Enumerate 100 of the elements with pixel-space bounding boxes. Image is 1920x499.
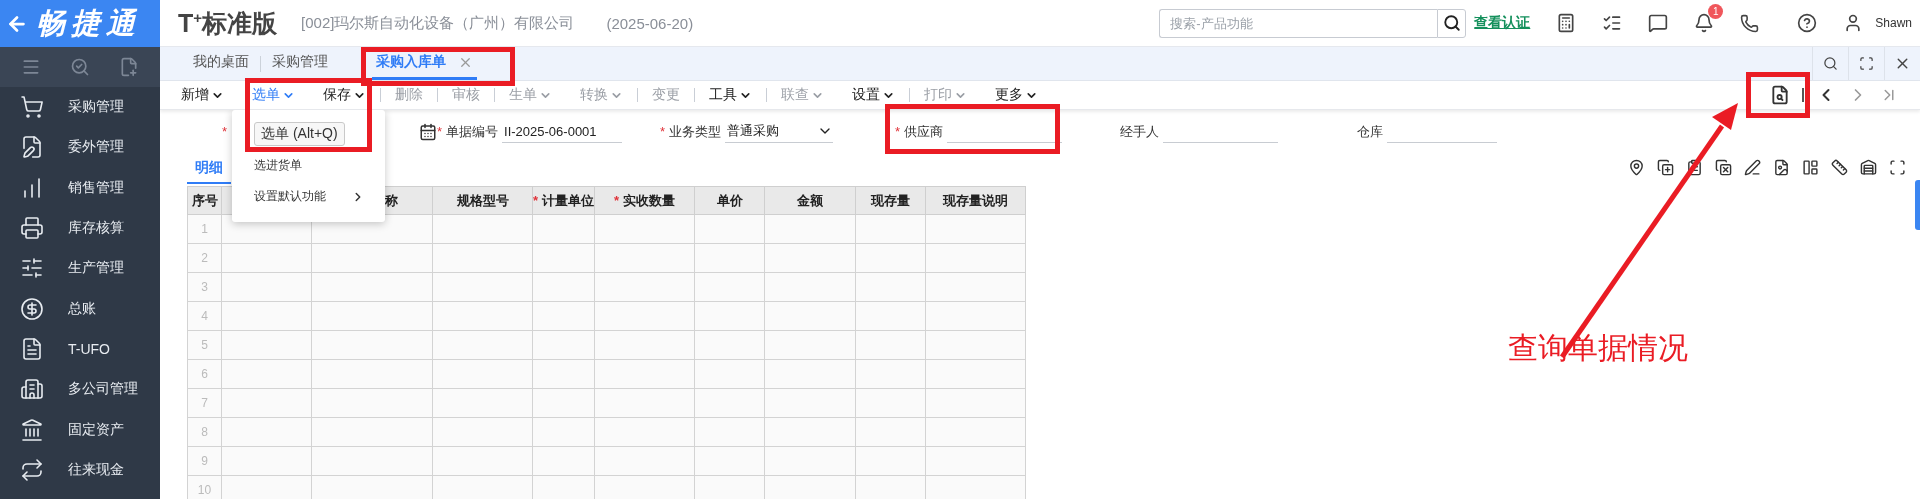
sidebar-item[interactable]: 销售管理 <box>0 167 160 208</box>
calculator-icon[interactable] <box>1556 13 1577 33</box>
table-cell[interactable] <box>694 330 765 360</box>
table-cell[interactable] <box>221 417 312 447</box>
table-cell[interactable] <box>532 214 595 244</box>
table-cell[interactable] <box>694 388 765 418</box>
table-cell[interactable] <box>532 272 595 302</box>
table-cell[interactable] <box>532 243 595 273</box>
table-cell[interactable] <box>432 330 533 360</box>
table-cell[interactable] <box>925 446 1026 476</box>
toolbar-button[interactable]: 新增 <box>167 86 238 104</box>
bell-icon[interactable] <box>1694 13 1715 33</box>
table-cell[interactable] <box>694 359 765 389</box>
table-cell[interactable] <box>432 446 533 476</box>
scan-icon[interactable] <box>1889 159 1906 176</box>
table-cell[interactable] <box>764 446 856 476</box>
sidebar-item[interactable]: 往来现金 <box>0 449 160 490</box>
table-cell[interactable] <box>694 446 765 476</box>
search-icon[interactable] <box>1823 56 1838 71</box>
sidebar-item[interactable]: 委外管理 <box>0 127 160 168</box>
map-pin-icon[interactable] <box>1628 159 1645 176</box>
table-cell[interactable] <box>311 272 433 302</box>
table-cell[interactable] <box>594 243 695 273</box>
table-cell[interactable] <box>855 330 926 360</box>
sidebar-item[interactable]: T-UFO <box>0 328 160 370</box>
table-cell[interactable] <box>432 243 533 273</box>
checklist-icon[interactable] <box>1602 13 1623 33</box>
table-cell[interactable] <box>311 417 433 447</box>
table-cell[interactable] <box>221 388 312 418</box>
search-field[interactable]: 搜索-产品功能 <box>1159 8 1438 38</box>
table-cell[interactable] <box>855 214 926 244</box>
table-cell[interactable] <box>764 301 856 331</box>
image-file-icon[interactable] <box>1773 159 1790 176</box>
table-cell[interactable] <box>855 417 926 447</box>
table-cell[interactable] <box>221 243 312 273</box>
table-cell[interactable] <box>594 359 695 389</box>
toolbar-button[interactable]: 工具 <box>695 86 766 104</box>
verify-link[interactable]: 查看认证 <box>1474 14 1531 32</box>
table-cell[interactable] <box>594 214 695 244</box>
table-cell[interactable] <box>432 388 533 418</box>
table-cell[interactable] <box>532 301 595 331</box>
table-cell[interactable] <box>764 330 856 360</box>
menu-item[interactable]: 选进货单 <box>232 150 385 181</box>
table-cell[interactable] <box>764 359 856 389</box>
fullscreen-icon[interactable] <box>1859 56 1874 71</box>
table-cell[interactable] <box>311 301 433 331</box>
sidebar-item[interactable]: 总账 <box>0 288 160 329</box>
table-cell[interactable] <box>925 359 1026 389</box>
table-cell[interactable] <box>694 417 765 447</box>
add-document-icon[interactable] <box>119 57 140 77</box>
search-button[interactable] <box>1437 8 1467 38</box>
table-cell[interactable] <box>855 359 926 389</box>
table-cell[interactable] <box>532 359 595 389</box>
table-cell[interactable] <box>855 446 926 476</box>
table-cell[interactable] <box>532 446 595 476</box>
side-handle[interactable] <box>1915 180 1920 230</box>
layout-panel-icon[interactable] <box>1802 159 1819 176</box>
table-cell[interactable] <box>311 359 433 389</box>
table-cell[interactable] <box>925 243 1026 273</box>
search-icon[interactable] <box>1442 14 1461 32</box>
table-cell[interactable] <box>594 301 695 331</box>
page-tab[interactable]: 采购管理 <box>261 47 339 80</box>
toolbar-button[interactable]: 选单 <box>238 86 309 104</box>
table-cell[interactable] <box>764 243 856 273</box>
table-cell[interactable] <box>432 359 533 389</box>
table-cell[interactable] <box>925 214 1026 244</box>
table-cell[interactable] <box>925 417 1026 447</box>
sidebar-item[interactable]: 生产管理 <box>0 248 160 289</box>
sidebar-item[interactable]: 多公司管理 <box>0 369 160 410</box>
table-cell[interactable] <box>855 272 926 302</box>
table-cell[interactable] <box>432 214 533 244</box>
table-cell[interactable] <box>532 388 595 418</box>
clipboard-icon[interactable] <box>1686 159 1703 176</box>
table-cell[interactable] <box>764 388 856 418</box>
table-cell[interactable] <box>221 330 312 360</box>
help-icon[interactable] <box>1797 13 1818 33</box>
document-search-icon[interactable] <box>1770 85 1790 105</box>
table-cell[interactable] <box>764 417 856 447</box>
select-field[interactable]: 普通采购 <box>725 120 834 143</box>
table-cell[interactable] <box>764 272 856 302</box>
table-cell[interactable] <box>694 301 765 331</box>
table-cell[interactable] <box>432 475 533 499</box>
calendar-icon[interactable] <box>419 122 437 141</box>
copy-x-icon[interactable] <box>1715 159 1732 176</box>
table-cell[interactable] <box>855 243 926 273</box>
table-cell[interactable] <box>532 330 595 360</box>
table-cell[interactable] <box>594 330 695 360</box>
ruler-icon[interactable] <box>1831 159 1848 176</box>
table-cell[interactable] <box>925 272 1026 302</box>
table-cell[interactable] <box>311 243 433 273</box>
table-cell[interactable] <box>855 301 926 331</box>
table-cell[interactable] <box>221 446 312 476</box>
table-cell[interactable] <box>432 417 533 447</box>
table-cell[interactable] <box>594 446 695 476</box>
page-tab[interactable]: 采购入库单 <box>372 47 477 80</box>
copy-plus-icon[interactable] <box>1657 159 1674 176</box>
sidebar-item[interactable]: 固定资产 <box>0 409 160 450</box>
toolbar-button[interactable]: 更多 <box>981 86 1052 104</box>
table-cell[interactable] <box>532 417 595 447</box>
table-cell[interactable] <box>925 388 1026 418</box>
